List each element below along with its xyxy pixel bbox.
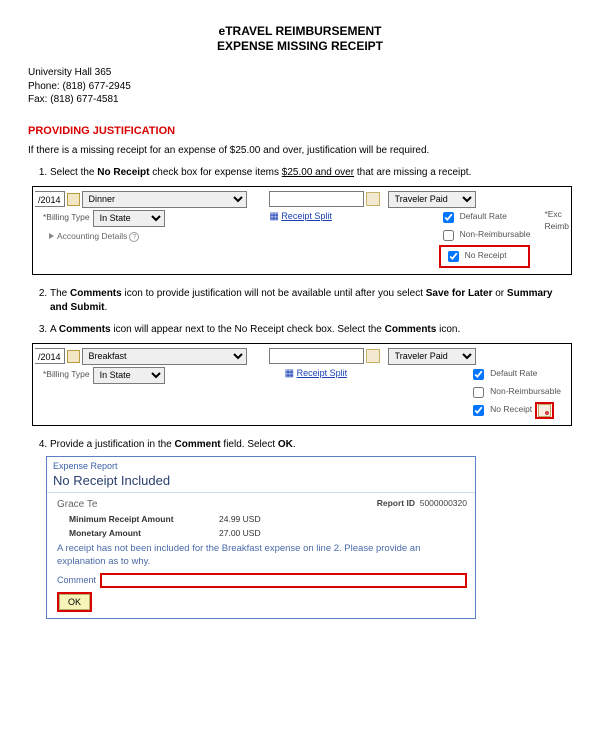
lookup-icon-2[interactable] bbox=[366, 349, 380, 363]
step-1-underline: $25.00 and over bbox=[282, 167, 354, 178]
non-reimbursable-checkbox-2[interactable] bbox=[473, 387, 484, 398]
no-receipt-label-2: No Receipt bbox=[490, 404, 532, 416]
page-title-1: eTRAVEL REIMBURSEMENT bbox=[28, 24, 572, 39]
non-reimbursable-checkbox[interactable] bbox=[443, 230, 454, 241]
page-title-2: EXPENSE MISSING RECEIPT bbox=[28, 39, 572, 54]
no-receipt-label: No Receipt bbox=[465, 250, 507, 262]
monetary-amount-label: Monetary Amount bbox=[69, 528, 189, 540]
section-heading: PROVIDING JUSTIFICATION bbox=[28, 125, 572, 137]
step-4-a: Provide a justification in the bbox=[50, 439, 175, 450]
calendar-icon-2[interactable] bbox=[67, 350, 80, 363]
dialog-user-name: Grace Te bbox=[57, 498, 97, 512]
comments-icon-highlight bbox=[535, 402, 554, 419]
contact-fax-label: Fax: bbox=[28, 94, 47, 105]
receipt-split-link[interactable]: Receipt Split bbox=[281, 211, 332, 221]
step-3-c: icon will appear next to the No Receipt … bbox=[111, 324, 385, 335]
step-2-c: icon to provide justification will not b… bbox=[122, 288, 426, 299]
step-4: Provide a justification in the Comment f… bbox=[50, 438, 572, 620]
step-1-text-c: check box for expense items bbox=[150, 167, 282, 178]
step-3: A Comments icon will appear next to the … bbox=[50, 323, 572, 426]
step-2-a: The bbox=[50, 288, 70, 299]
receipt-split-link-2[interactable]: Receipt Split bbox=[297, 368, 348, 378]
step-4-e: . bbox=[293, 439, 296, 450]
step-1-text-a: Select the bbox=[50, 167, 97, 178]
step-4-d: OK bbox=[278, 439, 293, 450]
step-3-a: A bbox=[50, 324, 59, 335]
report-id-label: Report ID bbox=[377, 498, 415, 508]
step-4-c: field. Select bbox=[221, 439, 278, 450]
step-3-b: Comments bbox=[59, 324, 111, 335]
default-rate-label: Default Rate bbox=[460, 211, 507, 223]
pay-type-select-2[interactable]: Traveler Paid bbox=[388, 348, 476, 365]
billing-type-select[interactable]: In State bbox=[93, 210, 165, 227]
pay-type-select[interactable]: Traveler Paid bbox=[388, 191, 476, 208]
step-2-e: or bbox=[492, 288, 506, 299]
step-3-d: Comments bbox=[385, 324, 437, 335]
non-reimbursable-label: Non-Reimbursable bbox=[460, 229, 531, 241]
default-rate-checkbox-2[interactable] bbox=[473, 369, 484, 380]
contact-block: University Hall 365 Phone: (818) 677-294… bbox=[28, 66, 572, 107]
ok-button[interactable]: OK bbox=[59, 594, 90, 611]
dialog-message: A receipt has not been included for the … bbox=[57, 541, 467, 573]
dialog-title: No Receipt Included bbox=[47, 472, 475, 493]
step-2-b: Comments bbox=[70, 288, 122, 299]
expense-type-select[interactable]: Dinner bbox=[82, 191, 247, 208]
billing-type-select-2[interactable]: In State bbox=[93, 367, 165, 384]
default-rate-label-2: Default Rate bbox=[490, 368, 537, 380]
amount-input-2[interactable] bbox=[269, 348, 364, 364]
step-1-bold: No Receipt bbox=[97, 167, 149, 178]
default-rate-checkbox[interactable] bbox=[443, 212, 454, 223]
step-2: The Comments icon to provide justificati… bbox=[50, 287, 572, 315]
contact-fax: (818) 677-4581 bbox=[50, 94, 118, 105]
comment-label: Comment bbox=[57, 574, 96, 587]
min-receipt-value: 24.99 USD bbox=[219, 514, 261, 526]
date-fragment-2[interactable]: /2014 bbox=[35, 348, 65, 364]
min-receipt-label: Minimum Receipt Amount bbox=[69, 514, 189, 526]
no-receipt-dialog: Expense Report No Receipt Included Grace… bbox=[46, 456, 476, 620]
screenshot-2: /2014 Breakfast Traveler Paid *Billing T… bbox=[32, 343, 572, 426]
step-1: Select the No Receipt check box for expe… bbox=[50, 166, 572, 275]
receipt-split-icon: ▦ bbox=[269, 211, 278, 222]
screenshot-1: /2014 Dinner Traveler Paid *Billing Type… bbox=[32, 186, 572, 275]
lookup-icon[interactable] bbox=[366, 192, 380, 206]
ok-button-highlight: OK bbox=[57, 592, 92, 613]
receipt-split-icon-2: ▦ bbox=[285, 368, 294, 379]
no-receipt-highlight: No Receipt bbox=[439, 245, 531, 268]
contact-address: University Hall 365 bbox=[28, 66, 572, 80]
no-receipt-checkbox-2[interactable] bbox=[473, 405, 484, 416]
dialog-header: Expense Report bbox=[47, 457, 475, 473]
comment-input[interactable] bbox=[100, 573, 467, 588]
step-4-b: Comment bbox=[175, 439, 221, 450]
step-1-text-e: that are missing a receipt. bbox=[354, 167, 471, 178]
comments-icon[interactable] bbox=[538, 404, 551, 417]
step-2-d: Save for Later bbox=[426, 288, 493, 299]
intro-text: If there is a missing receipt for an exp… bbox=[28, 145, 572, 156]
step-3-e: icon. bbox=[436, 324, 460, 335]
non-reimbursable-label-2: Non-Reimbursable bbox=[490, 386, 561, 398]
date-fragment[interactable]: /2014 bbox=[35, 191, 65, 207]
accounting-details-toggle[interactable]: Accounting Details? bbox=[35, 227, 167, 243]
monetary-amount-value: 27.00 USD bbox=[219, 528, 261, 540]
contact-phone-label: Phone: bbox=[28, 81, 60, 92]
billing-type-label-2: *Billing Type bbox=[43, 369, 90, 381]
expense-type-select-2[interactable]: Breakfast bbox=[82, 348, 247, 365]
step-2-g: . bbox=[104, 302, 107, 313]
side-reimb-label: Reimb bbox=[544, 221, 569, 233]
side-exc-label: *Exc bbox=[544, 209, 569, 221]
calendar-icon[interactable] bbox=[67, 193, 80, 206]
amount-input[interactable] bbox=[269, 191, 364, 207]
contact-phone: (818) 677-2945 bbox=[62, 81, 130, 92]
billing-type-label: *Billing Type bbox=[43, 212, 90, 224]
no-receipt-checkbox[interactable] bbox=[448, 251, 459, 262]
report-id-value: 5000000320 bbox=[420, 498, 467, 508]
